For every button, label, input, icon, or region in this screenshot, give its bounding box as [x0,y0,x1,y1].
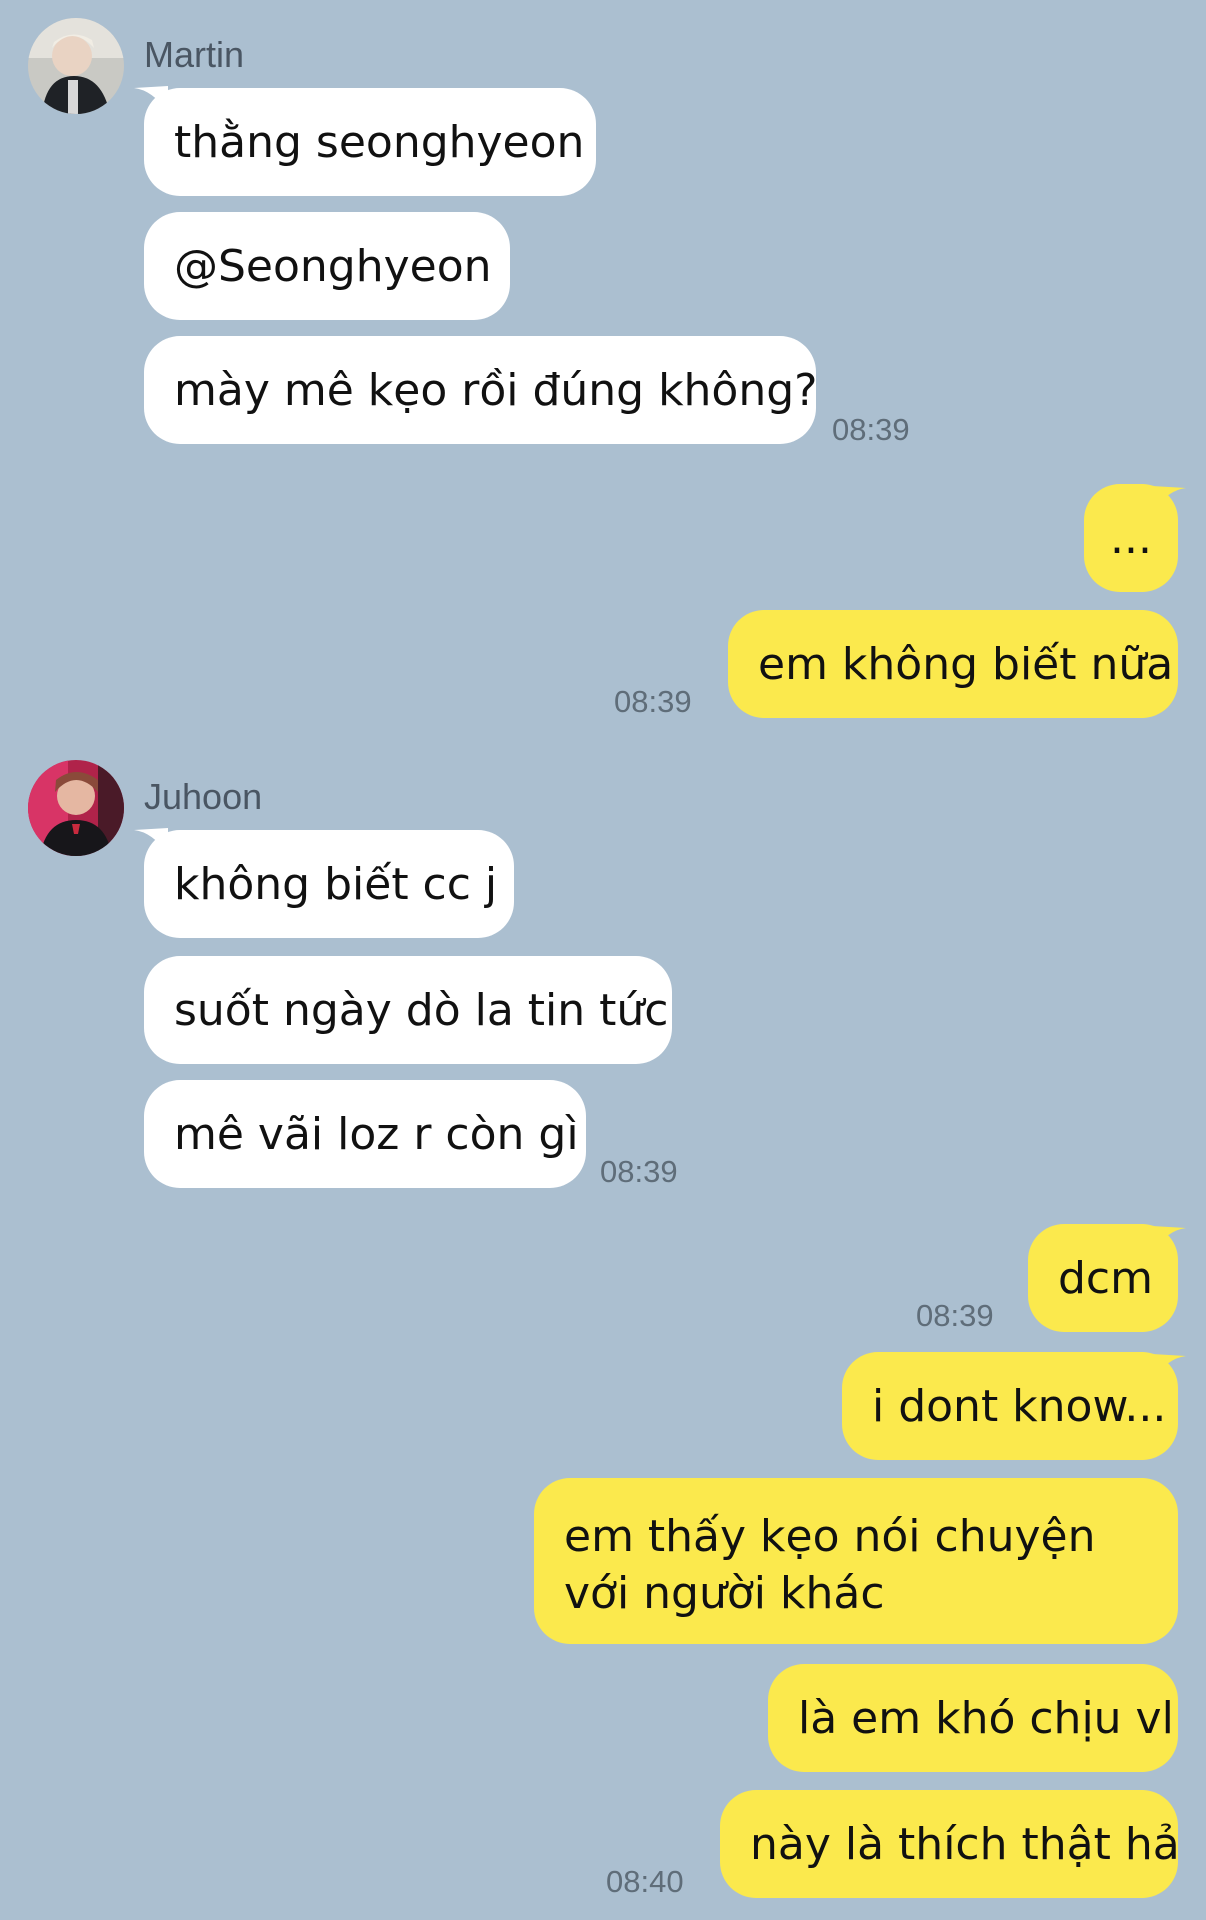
message-bubble[interactable]: là em khó chịu vl [768,1664,1178,1772]
message-bubble[interactable]: mày mê kẹo rồi đúng không? [144,336,818,444]
message-bubble[interactable]: này là thích thật hả [720,1790,1180,1898]
message-bubble[interactable]: thằng seonghyeon [144,88,596,196]
message-bubble[interactable]: em thấy kẹo nói chuyện với người khác [534,1478,1178,1644]
message-time: 08:39 [916,1298,994,1333]
avatar-martin[interactable] [28,18,124,114]
message-time: 08:39 [614,684,692,719]
message-text: em thấy kẹo nói chuyện với người khác [564,1511,1096,1619]
message-bubble[interactable]: dcm [1028,1224,1178,1332]
message-bubble[interactable]: em không biết nữa [728,610,1178,718]
message-text: không biết cc j [174,858,498,910]
avatar-juhoon[interactable] [28,760,124,856]
message-text: i dont know... [872,1380,1167,1432]
message-text: mày mê kẹo rồi đúng không? [174,364,818,416]
message-bubble[interactable]: ... [1084,484,1178,592]
message-text: em không biết nữa [758,638,1174,690]
message-text: suốt ngày dò la tin tức [174,984,669,1036]
sender-name-juhoon: Juhoon [144,776,263,817]
message-bubble[interactable]: @Seonghyeon [144,212,510,320]
message-time: 08:40 [606,1864,684,1899]
message-text: là em khó chịu vl [798,1692,1174,1744]
message-time: 08:39 [832,412,910,447]
message-bubble[interactable]: không biết cc j [144,830,514,938]
message-text: mê vãi loz r còn gì [174,1108,579,1160]
message-text: dcm [1058,1252,1153,1304]
message-text: @Seonghyeon [174,240,492,292]
message-text: thằng seonghyeon [174,116,585,168]
message-bubble[interactable]: mê vãi loz r còn gì [144,1080,586,1188]
sender-name-martin: Martin [144,34,245,75]
message-bubble[interactable]: i dont know... [842,1352,1178,1460]
message-text: này là thích thật hả [750,1818,1180,1870]
message-time: 08:39 [600,1154,678,1189]
message-text: ... [1110,512,1152,564]
message-bubble[interactable]: suốt ngày dò la tin tức [144,956,672,1064]
